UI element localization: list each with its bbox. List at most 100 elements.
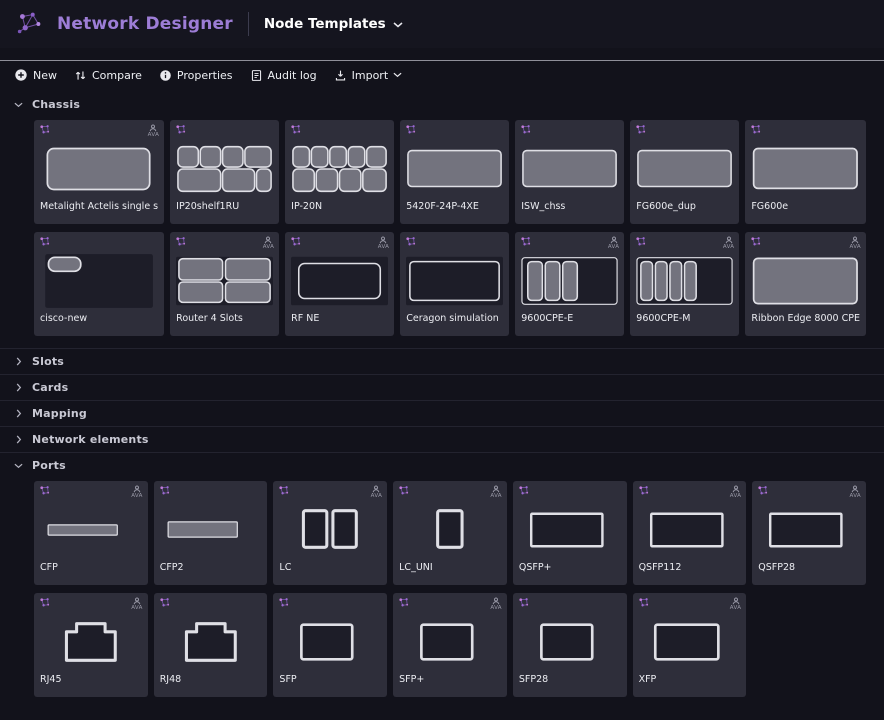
- template-sparkle-icon: [405, 124, 416, 135]
- chevron-right-icon: [14, 435, 23, 444]
- card-top: AVA: [398, 485, 502, 501]
- compare-button[interactable]: Compare: [74, 69, 142, 82]
- template-card-sfp28[interactable]: SFP28: [513, 593, 627, 697]
- template-preview: [398, 613, 502, 672]
- template-name: RF NE: [290, 311, 389, 324]
- template-sparkle-icon: [635, 236, 646, 247]
- audit-log-button-label: Audit log: [268, 69, 317, 82]
- template-preview: [635, 140, 734, 199]
- ava-label: AVA: [131, 494, 142, 500]
- template-preview: [638, 501, 742, 560]
- template-name: RJ48: [159, 672, 263, 685]
- template-card-5420f-24p-4xe[interactable]: 5420F-24P-4XE: [400, 120, 509, 224]
- card-top: [159, 485, 263, 501]
- section-header-cards[interactable]: Cards: [0, 374, 884, 400]
- toolbar: New Compare Properties Audit log Import: [0, 60, 884, 88]
- card-top: [520, 124, 619, 140]
- template-preview: [518, 501, 622, 560]
- template-card-ip-20n[interactable]: IP-20N: [285, 120, 394, 224]
- template-card-qsfp28[interactable]: AVAQSFP28: [752, 481, 866, 585]
- section-header-mapping[interactable]: Mapping: [0, 400, 884, 426]
- card-top: [278, 597, 382, 613]
- template-card-qsfp112[interactable]: AVA QSFP112: [633, 481, 747, 585]
- card-top: [159, 597, 263, 613]
- template-card-metalight-actelis-single-s[interactable]: AVAMetalight Actelis single s: [34, 120, 164, 224]
- template-card-9600cpe-e[interactable]: AVA 9600CPE-E: [515, 232, 624, 336]
- template-name: IP20shelf1RU: [175, 199, 274, 212]
- ava-user-icon: AVA: [730, 485, 741, 500]
- section-header-ports[interactable]: Ports: [0, 452, 884, 478]
- audit-log-button[interactable]: Audit log: [250, 69, 317, 82]
- template-card-router-4-slots[interactable]: AVARouter 4 Slots: [170, 232, 279, 336]
- template-sparkle-icon: [638, 597, 649, 608]
- template-preview: [175, 252, 274, 311]
- import-icon: [334, 69, 347, 82]
- properties-button[interactable]: Properties: [159, 69, 233, 82]
- header-divider: [248, 12, 249, 36]
- import-button[interactable]: Import: [334, 69, 403, 82]
- ava-user-icon: AVA: [608, 236, 619, 251]
- template-card-ribbon-edge-8000-cpe[interactable]: AVARibbon Edge 8000 CPE: [745, 232, 866, 336]
- ava-user-icon: AVA: [490, 485, 501, 500]
- ava-user-icon: AVA: [850, 236, 861, 251]
- template-sparkle-icon: [290, 236, 301, 247]
- template-card-cfp2[interactable]: CFP2: [154, 481, 268, 585]
- template-card-9600cpe-m[interactable]: AVA9600CPE-M: [630, 232, 739, 336]
- card-top: AVA: [638, 597, 742, 613]
- chevron-right-icon: [14, 409, 23, 418]
- template-card-rf-ne[interactable]: AVA RF NE: [285, 232, 394, 336]
- ava-user-icon: AVA: [131, 485, 142, 500]
- ava-label: AVA: [730, 606, 741, 612]
- ava-label: AVA: [263, 245, 274, 251]
- page-title-dropdown[interactable]: Node Templates: [264, 16, 403, 32]
- template-card-lc[interactable]: AVALC: [273, 481, 387, 585]
- card-top: AVA: [290, 236, 389, 252]
- chevron-down-icon: [14, 463, 23, 469]
- template-preview: [750, 140, 861, 199]
- template-sparkle-icon: [518, 597, 529, 608]
- new-button[interactable]: New: [14, 68, 57, 82]
- template-sparkle-icon: [405, 236, 416, 247]
- section-header-network-elements[interactable]: Network elements: [0, 426, 884, 452]
- template-sparkle-icon: [278, 597, 289, 608]
- template-card-rj45[interactable]: AVARJ45: [34, 593, 148, 697]
- section-header-slots[interactable]: Slots: [0, 348, 884, 374]
- ava-label: AVA: [608, 245, 619, 251]
- compare-button-label: Compare: [92, 69, 142, 82]
- template-card-sfp[interactable]: AVASFP+: [393, 593, 507, 697]
- template-sparkle-icon: [757, 485, 768, 496]
- template-card-fg600e-dup[interactable]: FG600e_dup: [630, 120, 739, 224]
- template-name: 9600CPE-M: [635, 311, 734, 324]
- ava-user-icon: AVA: [371, 485, 382, 500]
- template-preview: [405, 252, 504, 311]
- template-card-fg600e[interactable]: FG600e: [745, 120, 866, 224]
- template-name: 9600CPE-E: [520, 311, 619, 324]
- ava-user-icon: AVA: [148, 124, 159, 139]
- template-preview: [405, 140, 504, 199]
- template-name: Ceragon simulation: [405, 311, 504, 324]
- template-card-isw-chss[interactable]: ISW_chss: [515, 120, 624, 224]
- app-logo-icon: [14, 9, 44, 39]
- template-preview: [278, 613, 382, 672]
- template-card-cisco-new[interactable]: cisco-new: [34, 232, 164, 336]
- template-card-cfp[interactable]: AVACFP: [34, 481, 148, 585]
- template-name: LC_UNI: [398, 560, 502, 573]
- ava-user-icon: AVA: [131, 597, 142, 612]
- template-card-sfp[interactable]: SFP: [273, 593, 387, 697]
- template-card-rj48[interactable]: RJ48: [154, 593, 268, 697]
- card-grid-ports: AVACFPCFP2AVALCAVALC_UNIQSFP+AVAQSFP112A…: [34, 481, 866, 697]
- template-card-lc-uni[interactable]: AVA LC_UNI: [393, 481, 507, 585]
- template-name: QSFP112: [638, 560, 742, 573]
- card-top: [405, 236, 504, 252]
- template-card-xfp[interactable]: AVAXFP: [633, 593, 747, 697]
- card-top: [635, 124, 734, 140]
- template-card-ip20shelf1ru[interactable]: IP20shelf1RU: [170, 120, 279, 224]
- section-header-chassis[interactable]: Chassis: [0, 92, 884, 117]
- template-card-ceragon-simulation[interactable]: Ceragon simulation: [400, 232, 509, 336]
- card-top: AVA: [398, 597, 502, 613]
- card-top: AVA: [39, 485, 143, 501]
- ava-user-icon: AVA: [490, 597, 501, 612]
- template-sparkle-icon: [750, 124, 761, 135]
- ava-label: AVA: [378, 245, 389, 251]
- template-card-qsfp[interactable]: QSFP+: [513, 481, 627, 585]
